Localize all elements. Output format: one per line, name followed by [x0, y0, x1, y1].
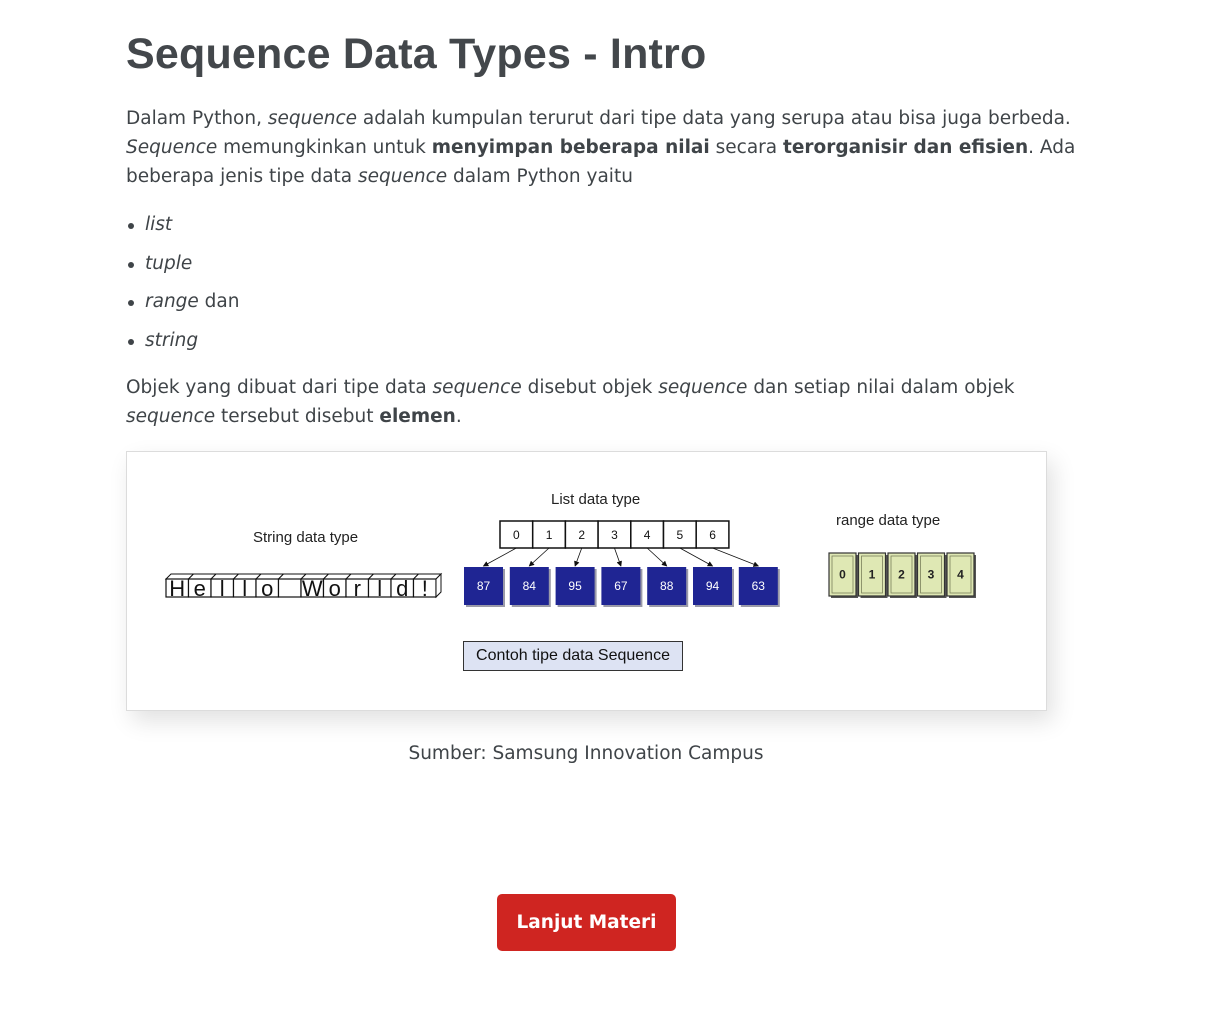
string-char: l	[242, 576, 247, 601]
list-item-suffix: dan	[198, 291, 240, 312]
string-char: W	[302, 576, 323, 601]
list-arrow	[614, 547, 622, 567]
objects-text: .	[455, 406, 462, 427]
objects-text: dan setiap nilai dalam objek	[747, 377, 1015, 398]
sequence-types-figure: String data type List data type range da…	[126, 451, 1047, 711]
range-cell-label: 2	[898, 568, 905, 582]
list-index-label: 2	[578, 528, 585, 542]
list-value-label: 95	[568, 579, 582, 593]
string-char: o	[261, 576, 273, 601]
sequence-diagram: String data type List data type range da…	[164, 491, 976, 607]
intro-text: secara	[709, 137, 783, 158]
objects-text: Objek yang dibuat dari tipe data	[126, 377, 433, 398]
range-cell-label: 0	[839, 568, 846, 582]
objects-text-em: sequence	[126, 406, 216, 427]
string-char: !	[422, 576, 428, 601]
list-type-label: List data type	[551, 491, 640, 508]
sequence-types-list: list tuple range dan string	[126, 209, 239, 363]
list-value-label: 84	[523, 579, 537, 593]
list-arrow	[712, 547, 760, 567]
range-cell-label: 4	[957, 568, 964, 582]
objects-text: disebut objek	[521, 377, 659, 398]
list-item: string	[127, 325, 239, 364]
list-value-cells: 87 84 95 67 88 94 63	[464, 567, 780, 607]
string-char: o	[329, 576, 341, 601]
string-cells: Hello Wo r l d!	[164, 572, 443, 601]
string-type-label: String data type	[253, 529, 358, 546]
list-item-label: range	[145, 291, 199, 312]
list-index-label: 5	[677, 528, 684, 542]
list-index-label: 6	[709, 528, 716, 542]
list-item-label: list	[145, 214, 173, 235]
intro-text-bold: terorganisir dan efisien	[782, 137, 1029, 158]
list-item: range dan	[127, 286, 240, 325]
objects-text-em: sequence	[432, 377, 522, 398]
intro-text: memungkinkan untuk	[217, 137, 432, 158]
range-cell-label: 3	[928, 568, 935, 582]
range-type-label: range data type	[836, 512, 940, 529]
string-char: H	[169, 576, 185, 601]
objects-text-bold: elemen	[379, 406, 456, 427]
image-source: Sumber: Samsung Innovation Campus	[408, 743, 764, 764]
objects-text-em: sequence	[658, 377, 748, 398]
range-cells: 0 1 2 3 4	[828, 552, 976, 598]
intro-text: Dalam Python,	[126, 108, 268, 129]
list-value-label: 67	[614, 579, 628, 593]
list-item: tuple	[127, 248, 239, 287]
intro-text: dalam Python yaitu	[447, 166, 633, 187]
list-index-label: 4	[644, 528, 651, 542]
list-arrow	[482, 547, 517, 567]
list-index-label: 0	[513, 528, 520, 542]
next-lesson-button[interactable]: Lanjut Materi	[497, 894, 676, 951]
intro-text: . Ada	[1028, 137, 1076, 158]
list-value-label: 94	[706, 579, 720, 593]
list-value-label: 87	[477, 579, 491, 593]
figure-caption: Contoh tipe data Sequence	[463, 641, 683, 671]
intro-paragraph: Dalam Python, sequence adalah kumpulan t…	[126, 104, 1075, 191]
list-value-label: 63	[752, 579, 766, 593]
list-item: list	[127, 209, 239, 248]
range-cell-label: 1	[869, 568, 876, 582]
string-char: e	[194, 576, 206, 601]
intro-text: beberapa jenis tipe data	[126, 166, 359, 187]
string-char: l	[377, 576, 382, 601]
intro-text-em: Sequence	[126, 137, 218, 158]
intro-text-em: sequence	[358, 166, 448, 187]
intro-text-em: sequence	[267, 108, 358, 129]
list-value-label: 88	[660, 579, 674, 593]
list-arrow	[679, 547, 714, 567]
string-char: d	[396, 576, 408, 601]
string-char: r	[354, 576, 361, 601]
objects-paragraph: Objek yang dibuat dari tipe data sequenc…	[126, 373, 1015, 431]
list-item-label: tuple	[145, 252, 193, 274]
list-arrow	[574, 547, 583, 567]
list-arrow	[646, 547, 668, 567]
list-arrow	[528, 547, 550, 567]
list-index-label: 3	[611, 528, 618, 542]
objects-text: tersebut disebut	[215, 406, 380, 427]
intro-text: adalah kumpulan terurut dari tipe data y…	[357, 108, 1071, 129]
list-arrows	[482, 547, 760, 567]
intro-text-bold: menyimpan beberapa nilai	[431, 137, 710, 158]
list-index-cells: 0 1 2 3 4 5 6	[499, 520, 730, 549]
string-char: l	[220, 576, 225, 601]
list-index-label: 1	[546, 528, 553, 542]
page-title: Sequence Data Types - Intro	[126, 30, 707, 78]
list-item-label: string	[145, 329, 199, 351]
